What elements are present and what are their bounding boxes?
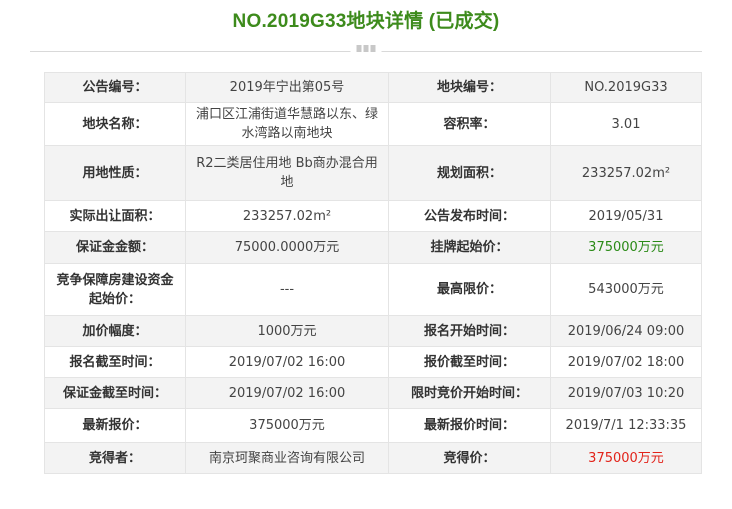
- winning-price-label: 竞得价：: [388, 442, 551, 474]
- latest-quote-value: 375000万元: [185, 408, 389, 443]
- table-row: 保证金截至时间： 2019/07/02 16:00 限时竞价开始时间： 2019…: [44, 377, 702, 409]
- page-title: NO.2019G33地块详情 (已成交): [232, 11, 500, 32]
- land-use-value: R2二类居住用地 Bb商办混合用地: [185, 145, 389, 201]
- listing-start-price-value: 375000万元: [550, 231, 702, 264]
- table-row: 地块名称： 浦口区江浦街道华慧路以东、绿水湾路以南地块 容积率： 3.01: [44, 102, 702, 146]
- parcel-number-value: NO.2019G33: [550, 72, 702, 103]
- parcel-name-value: 浦口区江浦街道华慧路以东、绿水湾路以南地块: [185, 102, 389, 146]
- title-divider: [30, 43, 702, 59]
- announcement-number-value: 2019年宁出第05号: [185, 72, 389, 103]
- latest-quote-time-label: 最新报价时间：: [388, 408, 551, 443]
- actual-area-label: 实际出让面积：: [44, 200, 186, 232]
- table-row: 公告编号： 2019年宁出第05号 地块编号： NO.2019G33: [44, 72, 702, 103]
- land-use-label: 用地性质：: [44, 145, 186, 201]
- timed-bidding-start-value: 2019/07/03 10:20: [550, 377, 702, 409]
- bid-increment-value: 1000万元: [185, 315, 389, 347]
- land-detail-table: 公告编号： 2019年宁出第05号 地块编号： NO.2019G33 地块名称：…: [44, 72, 702, 474]
- latest-quote-label: 最新报价：: [44, 408, 186, 443]
- table-row: 加价幅度： 1000万元 报名开始时间： 2019/06/24 09:00: [44, 315, 702, 347]
- deposit-amount-value: 75000.0000万元: [185, 231, 389, 264]
- registration-deadline-value: 2019/07/02 16:00: [185, 346, 389, 378]
- timed-bidding-start-label: 限时竞价开始时间：: [388, 377, 551, 409]
- plot-ratio-label: 容积率：: [388, 102, 551, 146]
- deposit-deadline-label: 保证金截至时间：: [44, 377, 186, 409]
- registration-start-label: 报名开始时间：: [388, 315, 551, 347]
- registration-deadline-label: 报名截至时间：: [44, 346, 186, 378]
- planned-area-label: 规划面积：: [388, 145, 551, 201]
- table-row: 最新报价： 375000万元 最新报价时间： 2019/7/1 12:33:35: [44, 408, 702, 443]
- table-row: 报名截至时间： 2019/07/02 16:00 报价截至时间： 2019/07…: [44, 346, 702, 378]
- three-squares-divider-icon: [350, 45, 382, 52]
- table-row: 用地性质： R2二类居住用地 Bb商办混合用地 规划面积： 233257.02m…: [44, 145, 702, 201]
- listing-start-price-label: 挂牌起始价：: [388, 231, 551, 264]
- winner-value: 南京珂聚商业咨询有限公司: [185, 442, 389, 474]
- housing-fund-start-price-value: ---: [185, 263, 389, 316]
- winning-price-value: 375000万元: [550, 442, 702, 474]
- housing-fund-start-price-label: 竞争保障房建设资金起始价：: [44, 263, 186, 316]
- max-price-label: 最高限价：: [388, 263, 551, 316]
- plot-ratio-value: 3.01: [550, 102, 702, 146]
- table-row: 竞争保障房建设资金起始价： --- 最高限价： 543000万元: [44, 263, 702, 316]
- quote-deadline-value: 2019/07/02 18:00: [550, 346, 702, 378]
- announcement-date-label: 公告发布时间：: [388, 200, 551, 232]
- deposit-amount-label: 保证金金额：: [44, 231, 186, 264]
- bid-increment-label: 加价幅度：: [44, 315, 186, 347]
- announcement-date-value: 2019/05/31: [550, 200, 702, 232]
- actual-area-value: 233257.02m²: [185, 200, 389, 232]
- parcel-name-label: 地块名称：: [44, 102, 186, 146]
- parcel-number-label: 地块编号：: [388, 72, 551, 103]
- winner-label: 竞得者：: [44, 442, 186, 474]
- registration-start-value: 2019/06/24 09:00: [550, 315, 702, 347]
- latest-quote-time-value: 2019/7/1 12:33:35: [550, 408, 702, 443]
- table-row: 竞得者： 南京珂聚商业咨询有限公司 竞得价： 375000万元: [44, 442, 702, 474]
- planned-area-value: 233257.02m²: [550, 145, 702, 201]
- table-row: 保证金金额： 75000.0000万元 挂牌起始价： 375000万元: [44, 231, 702, 264]
- table-row: 实际出让面积： 233257.02m² 公告发布时间： 2019/05/31: [44, 200, 702, 232]
- quote-deadline-label: 报价截至时间：: [388, 346, 551, 378]
- announcement-number-label: 公告编号：: [44, 72, 186, 103]
- deposit-deadline-value: 2019/07/02 16:00: [185, 377, 389, 409]
- max-price-value: 543000万元: [550, 263, 702, 316]
